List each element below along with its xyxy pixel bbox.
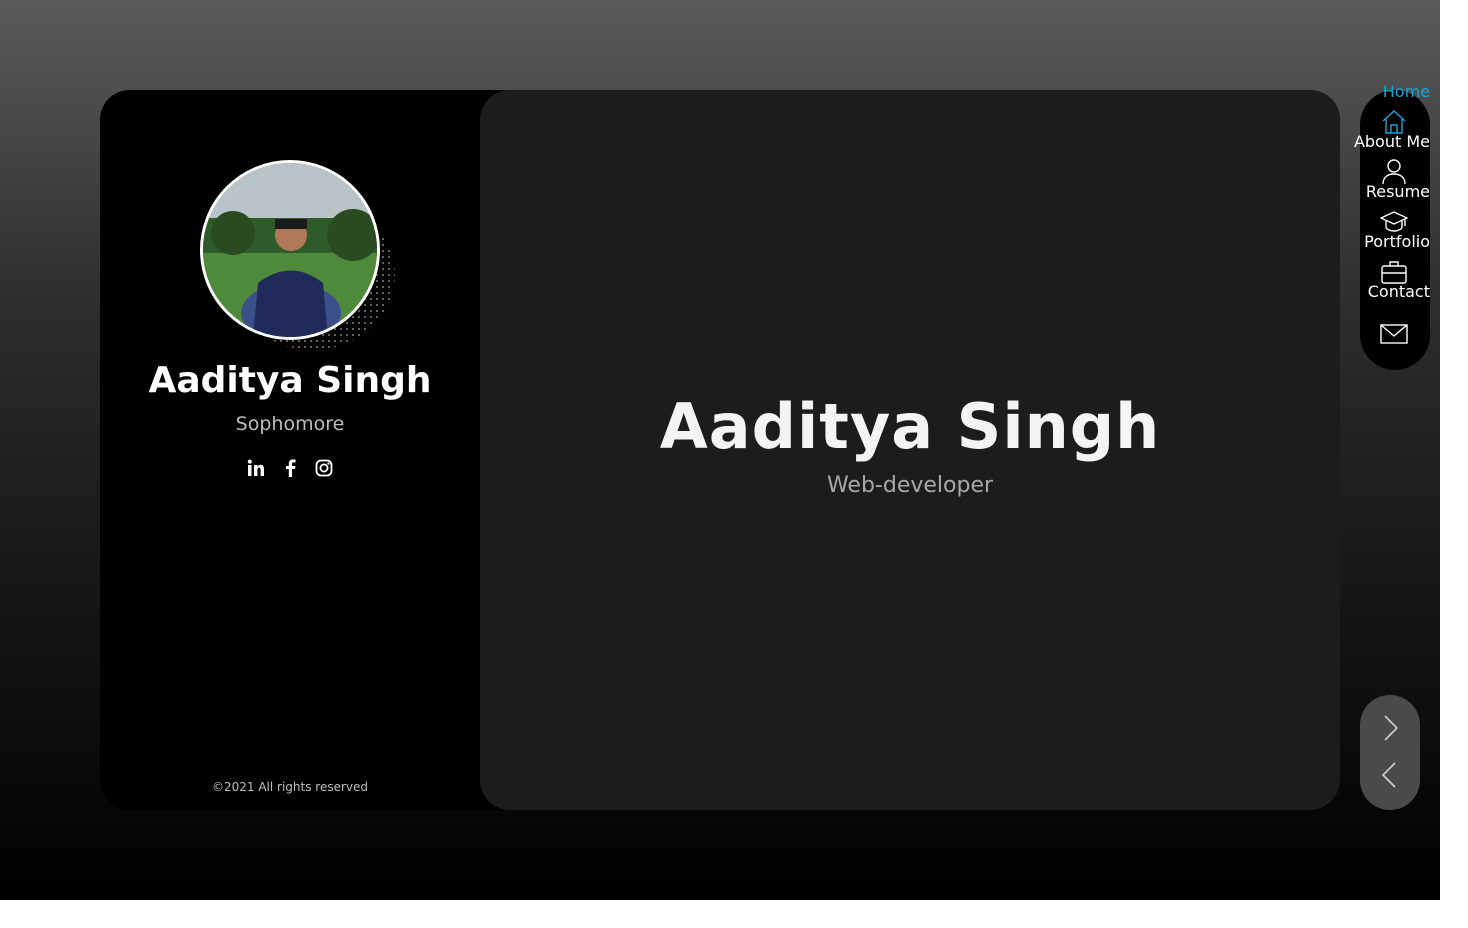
profile-sidebar: Aaditya Singh Sophomore ©2021 All rights…: [100, 90, 480, 810]
side-navigation: Home About Me Resume Portfolio Contact: [1354, 82, 1430, 370]
social-links: [100, 458, 480, 478]
nav-item-portfolio[interactable]: Portfolio: [1360, 232, 1430, 284]
page-pager: [1360, 695, 1420, 810]
chevron-right-icon[interactable]: [1378, 713, 1402, 743]
profile-name: Aaditya Singh: [148, 360, 432, 401]
nav-item-label: Resume: [1365, 182, 1430, 201]
copyright-text: ©2021 All rights reserved: [211, 780, 369, 794]
avatar-container: [200, 160, 395, 350]
profile-role: Sophomore: [235, 413, 345, 435]
nav-item-about[interactable]: About Me: [1354, 132, 1430, 185]
nav-item-label: Portfolio: [1364, 232, 1430, 251]
avatar: [200, 160, 380, 340]
main-content: Aaditya Singh Web-developer: [480, 90, 1340, 810]
nav-item-label: Contact: [1367, 282, 1430, 301]
nav-item-label: About Me: [1353, 132, 1430, 151]
nav-item-contact[interactable]: Contact: [1360, 282, 1430, 344]
hero-title: Aaditya Singh: [659, 390, 1161, 463]
chevron-left-icon[interactable]: [1378, 760, 1402, 790]
instagram-icon[interactable]: [314, 458, 334, 478]
nav-item-label: Home: [1382, 82, 1430, 101]
profile-card: Aaditya Singh Sophomore ©2021 All rights…: [100, 90, 1340, 810]
hero-subtitle: Web-developer: [826, 473, 994, 498]
envelope-icon: [1380, 320, 1408, 348]
linkedin-icon[interactable]: [246, 458, 266, 478]
nav-item-resume[interactable]: Resume: [1360, 182, 1430, 232]
nav-item-home[interactable]: Home: [1360, 82, 1430, 134]
facebook-icon[interactable]: [280, 458, 300, 478]
